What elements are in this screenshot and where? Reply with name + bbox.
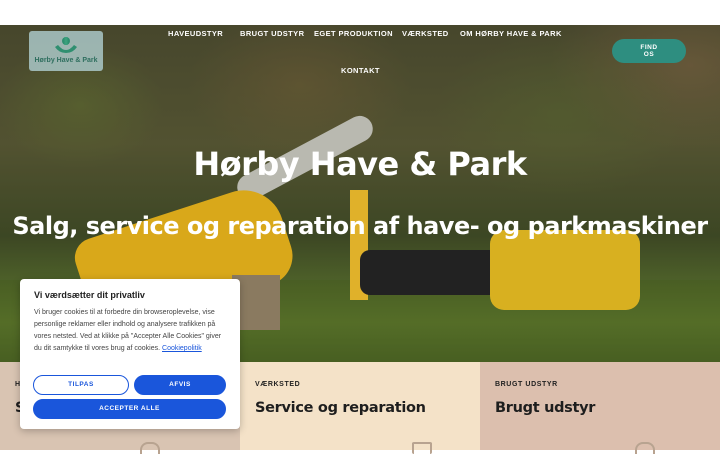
card-icon — [635, 442, 655, 454]
hero-title: Hørby Have & Park — [193, 145, 527, 183]
card-vaerksted[interactable]: VÆRKSTED Service og reparation — [240, 362, 480, 454]
find-us-label: FIND OS — [640, 44, 658, 58]
top-bar — [0, 0, 720, 25]
main-navigation: HAVEUDSTYR BRUGT UDSTYR EGET PRODUKTION … — [150, 25, 570, 85]
cookie-title: Vi værdsætter dit privatliv — [34, 290, 145, 300]
logo-hands-icon — [55, 37, 77, 53]
card-title: Service og reparation — [255, 400, 426, 416]
accept-all-button[interactable]: ACCEPTER ALLE — [33, 399, 226, 419]
nav-item-om-horby[interactable]: OM HØRBY HAVE & PARK — [460, 29, 562, 38]
battery-machine-image — [490, 230, 640, 310]
card-brugt-udstyr[interactable]: BRUGT UDSTYR Brugt udstyr — [480, 362, 720, 454]
nav-item-vaerksted[interactable]: VÆRKSTED — [402, 29, 449, 38]
customize-button[interactable]: TILPAS — [33, 375, 129, 395]
nav-item-brugt-udstyr[interactable]: BRUGT UDSTYR — [240, 29, 304, 38]
card-title: Brugt udstyr — [495, 400, 596, 416]
blower-image — [360, 250, 510, 295]
find-us-button[interactable]: FIND OS — [612, 39, 686, 63]
reject-button[interactable]: AFVIS — [134, 375, 226, 395]
logo-text: Hørby Have & Park — [34, 57, 98, 64]
site-logo[interactable]: Hørby Have & Park — [29, 31, 103, 71]
hero-subtitle: Salg, service og reparation af have- og … — [12, 212, 708, 240]
nav-item-eget-produktion[interactable]: EGET PRODUKTION — [314, 29, 393, 38]
card-label: BRUGT UDSTYR — [495, 381, 558, 388]
nav-item-haveudstyr[interactable]: HAVEUDSTYR — [168, 29, 223, 38]
cookie-consent-dialog: Vi værdsætter dit privatliv Vi bruger co… — [20, 279, 240, 429]
card-icon — [412, 442, 432, 454]
card-label: VÆRKSTED — [255, 381, 301, 388]
cookie-policy-link[interactable]: Cookiepolitik — [162, 345, 202, 352]
card-icon — [140, 442, 160, 454]
cookie-body: Vi bruger cookies til at forbedre din br… — [34, 307, 230, 355]
nav-item-kontakt[interactable]: KONTAKT — [341, 66, 380, 75]
